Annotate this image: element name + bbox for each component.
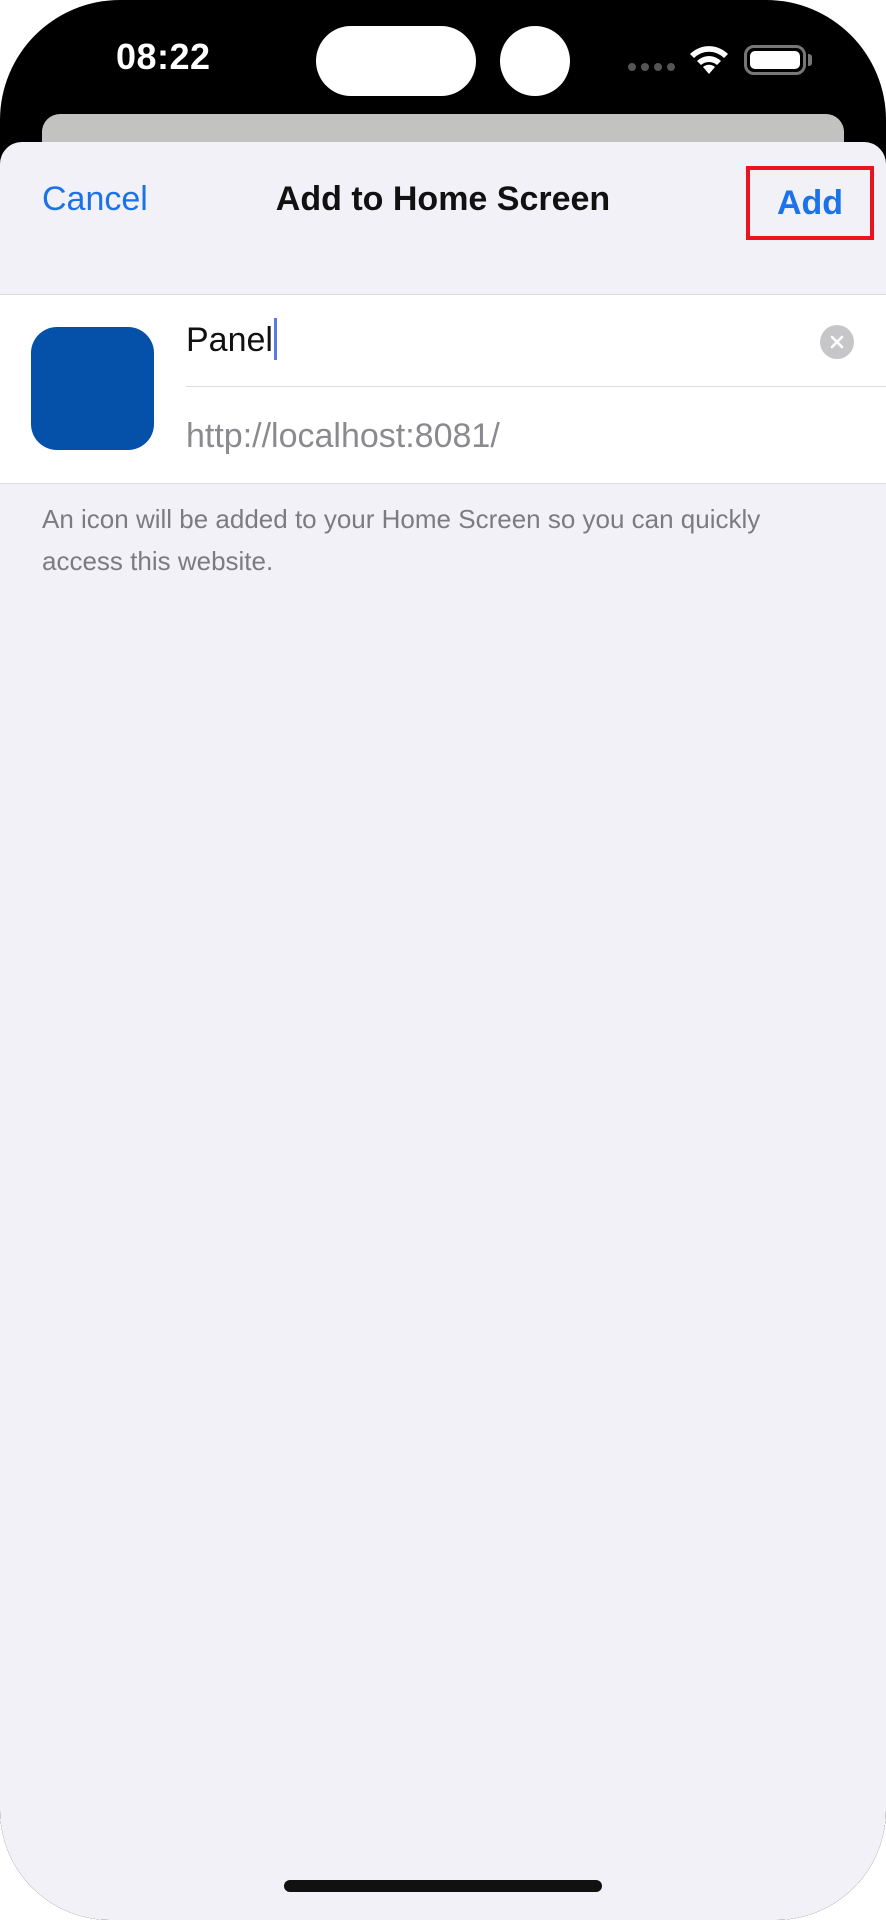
dynamic-island-camera [500, 26, 570, 96]
status-time: 08:22 [116, 36, 211, 77]
clear-text-button[interactable] [820, 325, 854, 359]
device-frame: 08:22 Cancel Add to Home Screen Add Pane… [0, 0, 886, 1920]
add-to-home-sheet: Cancel Add to Home Screen Add Panel http… [0, 142, 886, 1920]
text-caret [273, 318, 277, 361]
name-input[interactable]: Panel [186, 318, 277, 361]
close-icon [830, 335, 844, 349]
name-input-value: Panel [186, 321, 273, 359]
app-icon-preview [31, 327, 154, 450]
battery-cap [808, 54, 812, 66]
battery-icon [744, 45, 806, 75]
wifi-icon [690, 46, 728, 74]
hint-text: An icon will be added to your Home Scree… [42, 504, 761, 576]
name-field[interactable]: Panel [186, 295, 886, 387]
home-indicator[interactable] [284, 1880, 602, 1892]
bookmark-form: Panel http://localhost:8081/ [0, 294, 886, 484]
sheet-nav-bar: Cancel Add to Home Screen Add [0, 142, 886, 252]
signal-dots-icon [628, 63, 675, 71]
url-text: http://localhost:8081/ [186, 417, 500, 455]
battery-level [750, 51, 800, 69]
status-bar: 08:22 [0, 0, 886, 110]
dynamic-island-pill [316, 26, 476, 96]
add-button[interactable]: Add [746, 166, 874, 240]
